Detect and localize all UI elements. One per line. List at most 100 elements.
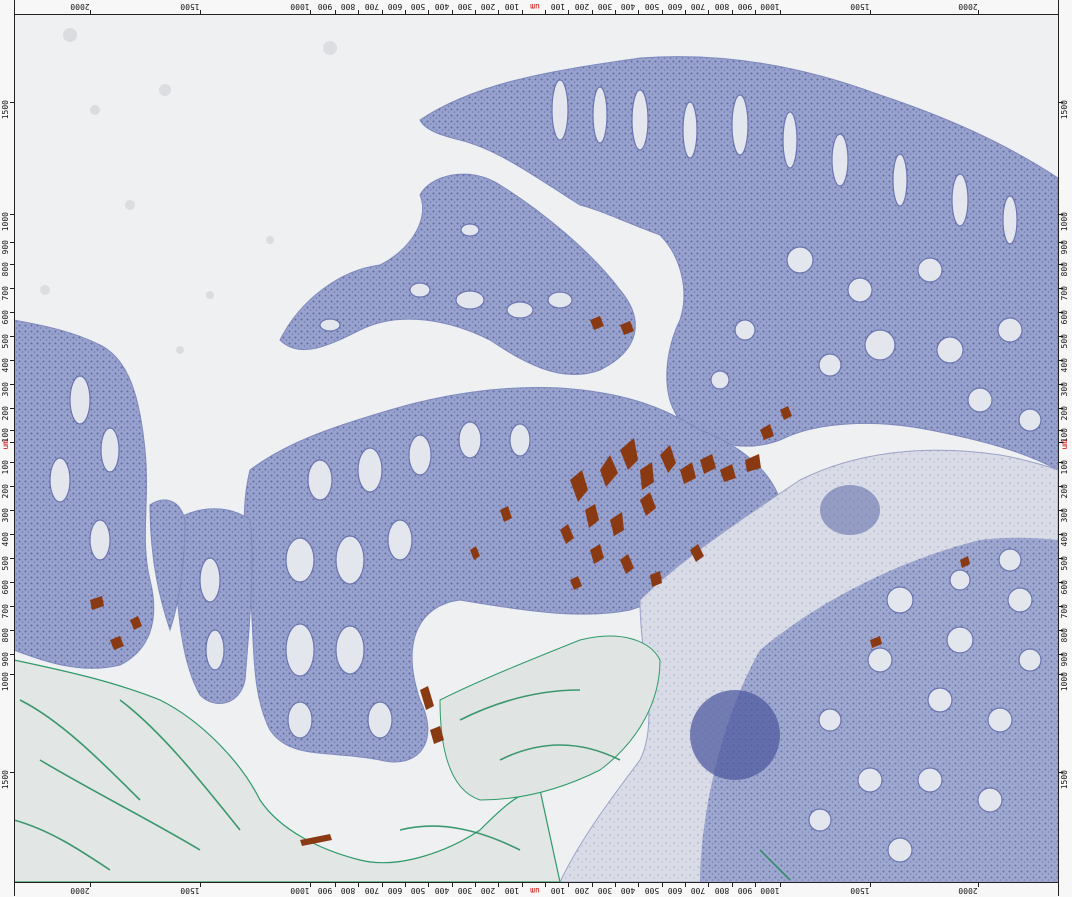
ruler-tick (568, 883, 569, 887)
slide-viewer[interactable]: 2000 1500 1000 900 800 700 600 500 400 300 200 100 u… (0, 0, 1072, 897)
ruler-label: 600 (387, 886, 403, 895)
ruler-label: 1500 (850, 2, 870, 11)
ruler-label: 200 (1, 484, 10, 499)
ruler-label: 100 (1, 460, 10, 475)
ruler-tick (685, 10, 686, 14)
ruler-label: 200 (574, 886, 590, 895)
ruler-label: 300 (1, 508, 10, 523)
ruler-label: 700 (364, 2, 380, 11)
ruler-tick (870, 10, 871, 14)
ruler-tick (428, 883, 429, 887)
ruler-label: 600 (1, 310, 10, 325)
ruler-tick (10, 630, 14, 631)
ruler-tick (428, 10, 429, 14)
ruler-tick (10, 674, 14, 675)
ruler-tick (1059, 360, 1063, 361)
ruler-label: 700 (364, 886, 380, 895)
ruler-tick (10, 102, 14, 103)
ruler-label: 200 (480, 886, 496, 895)
ruler-label: 200 (574, 2, 590, 11)
ruler-label: 100 (550, 2, 566, 11)
ruler-label: 900 (1, 240, 10, 255)
ruler-label: 2000 (70, 2, 90, 11)
ruler-label: 2000 (958, 886, 978, 895)
ruler-label: 200 (1, 406, 10, 421)
ruler-label: 800 (1, 628, 10, 643)
ruler-tick (10, 408, 14, 409)
ruler-tick (10, 582, 14, 583)
right-ruler: 1500 1000 900 800 700 600 500 400 300 200 100 um 100… (1058, 0, 1072, 896)
ruler-label: 700 (690, 2, 706, 11)
ruler-label: 200 (480, 2, 496, 11)
tissue-fragment-small (174, 508, 253, 704)
ruler-label: 700 (690, 886, 706, 895)
tissue-fragment-left (13, 319, 155, 669)
ruler-tick (10, 510, 14, 511)
ruler-tick (708, 883, 709, 887)
ruler-tick (780, 10, 781, 14)
ruler-label: 400 (620, 886, 636, 895)
ruler-tick (1059, 312, 1063, 313)
ruler-tick (335, 10, 336, 14)
ruler-tick (708, 10, 709, 14)
ruler-label: 300 (457, 2, 473, 11)
ruler-tick (1059, 582, 1063, 583)
ruler-label: um (530, 2, 540, 11)
ruler-label: 100 (504, 886, 520, 895)
ruler-label: 400 (1, 358, 10, 373)
ruler-label: um (530, 886, 540, 895)
ruler-tick (870, 883, 871, 887)
ruler-label: 100 (550, 886, 566, 895)
ruler-tick (10, 462, 14, 463)
ruler-label: 500 (644, 2, 660, 11)
ruler-tick (1059, 654, 1063, 655)
ruler-tick (1059, 264, 1063, 265)
ruler-tick (200, 10, 201, 14)
top-ruler: 2000 1500 1000 900 800 700 600 500 400 300 200 100 u… (0, 0, 1072, 15)
ruler-label: 400 (434, 2, 450, 11)
ruler-tick (1059, 214, 1063, 215)
ruler-label: 500 (1, 556, 10, 571)
ruler-label: 600 (387, 2, 403, 11)
ruler-label: 800 (714, 2, 730, 11)
ruler-tick (10, 486, 14, 487)
ruler-tick (1059, 288, 1063, 289)
ruler-label: 1500 (1, 100, 10, 120)
ruler-label: 2000 (958, 2, 978, 11)
ruler-label: 1000 (760, 886, 780, 895)
ruler-tick (522, 883, 523, 887)
ruler-tick (568, 10, 569, 14)
ruler-label: 500 (644, 886, 660, 895)
ruler-label: 300 (1, 382, 10, 397)
ruler-label: 900 (1, 652, 10, 667)
ruler-tick (1059, 606, 1063, 607)
ruler-label: 600 (667, 2, 683, 11)
ruler-label: 400 (1, 532, 10, 547)
ruler-label: 800 (1, 262, 10, 277)
ruler-label: 1000 (1, 212, 10, 232)
ruler-tick (452, 883, 453, 887)
ruler-label: 400 (620, 2, 636, 11)
ruler-tick (592, 883, 593, 887)
bottom-ruler: 2000 1500 1000 900 800 700 600 500 400 300 200 100 u… (0, 882, 1072, 897)
glass-debris (40, 28, 337, 354)
ruler-label: 300 (457, 886, 473, 895)
ruler-label: 1500 (1, 770, 10, 790)
ruler-tick (310, 10, 311, 14)
ruler-tick (1059, 510, 1063, 511)
ruler-tick (615, 10, 616, 14)
ruler-label: 500 (410, 886, 426, 895)
ruler-tick (780, 883, 781, 887)
ruler-tick (1059, 630, 1063, 631)
tissue-image[interactable] (0, 0, 1072, 896)
ruler-tick (978, 10, 979, 14)
ruler-tick (1059, 442, 1063, 443)
ruler-tick (545, 10, 546, 14)
ruler-tick (1059, 336, 1063, 337)
ruler-tick (200, 883, 201, 887)
ruler-tick (1059, 102, 1063, 103)
ruler-label: 800 (340, 2, 356, 11)
ruler-tick (10, 442, 14, 443)
ruler-label: 900 (317, 2, 333, 11)
ruler-tick (1059, 534, 1063, 535)
